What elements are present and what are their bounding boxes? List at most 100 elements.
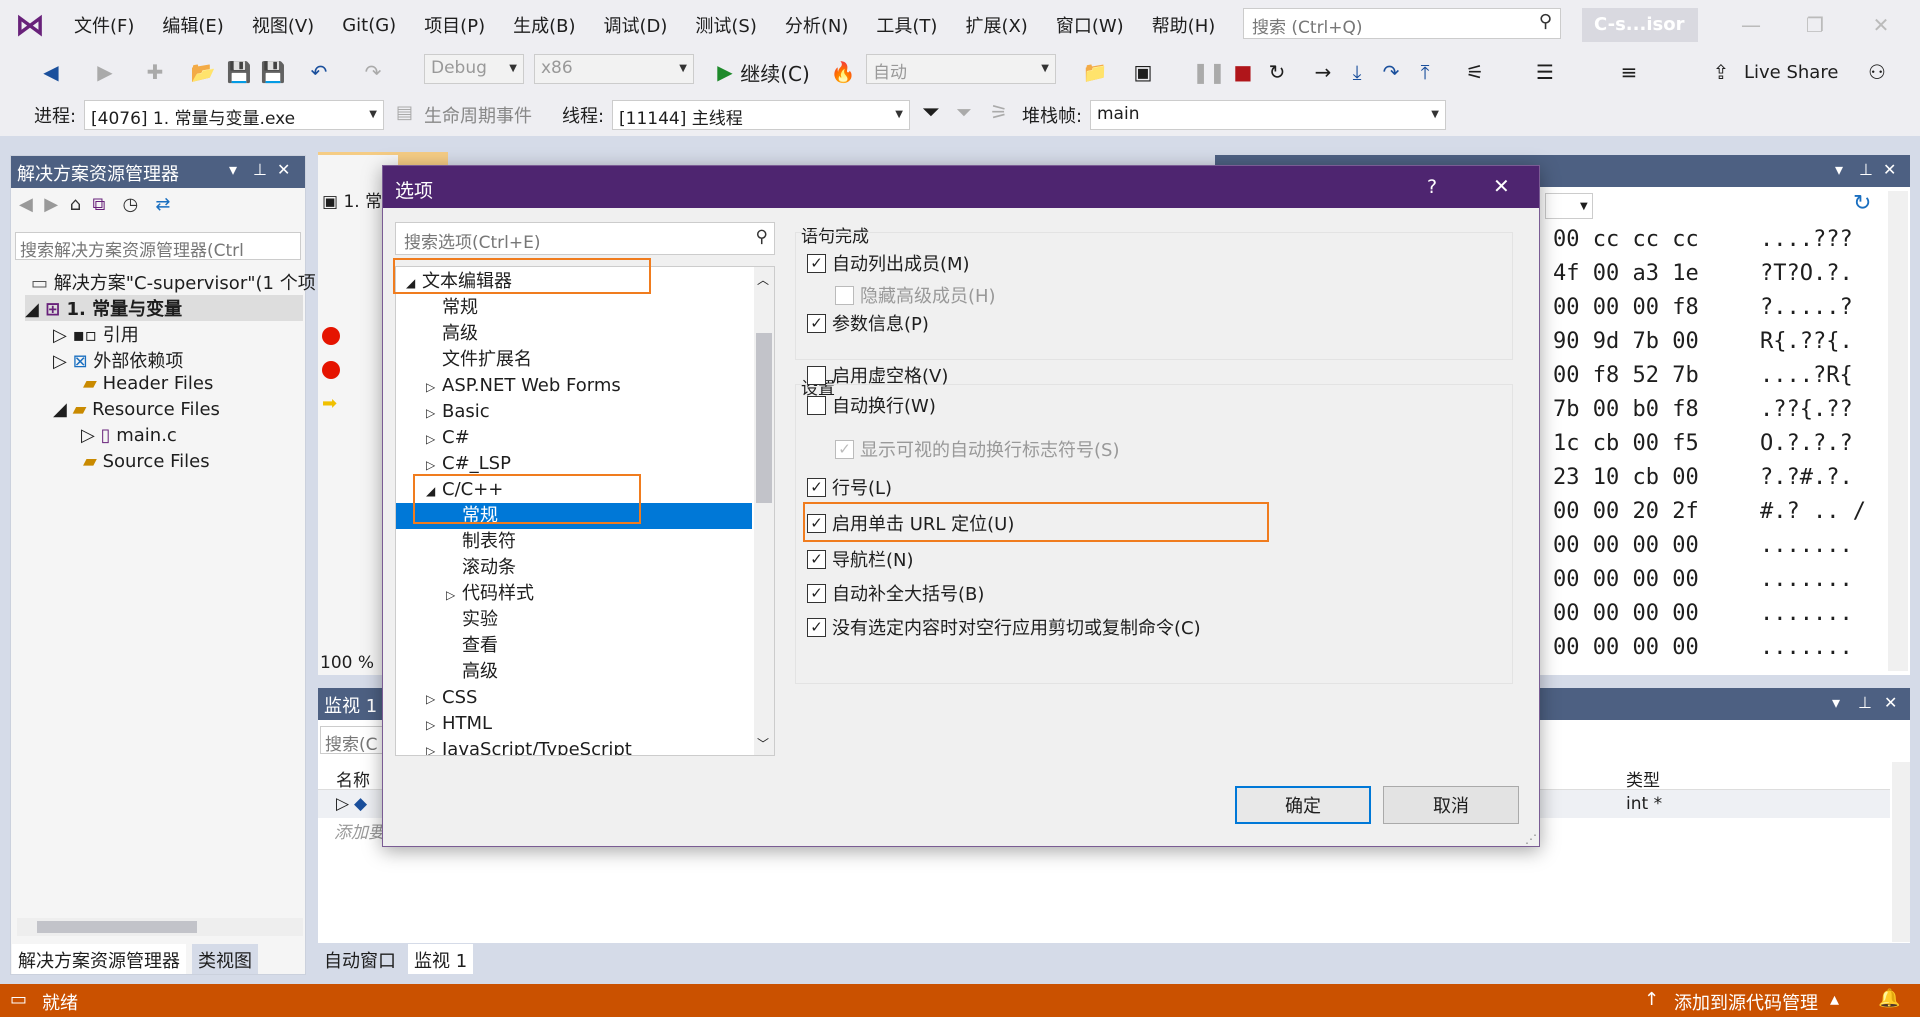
options-tree-item[interactable]: 高级 [396, 321, 752, 347]
collapsed-icon[interactable]: ▷ [446, 582, 462, 608]
collapsed-icon[interactable]: ▷ [426, 738, 442, 755]
option-checkbox[interactable]: ✓ 启用单击 URL 定位(U) [807, 510, 1014, 536]
memory-hex[interactable]: 00 00 20 2f [1553, 499, 1699, 524]
dropdown-icon[interactable]: ▾ [1832, 693, 1840, 712]
forward-icon[interactable]: ▶ [44, 194, 58, 215]
tree-item-solution[interactable]: ▭ 解决方案"C-supervisor"(1 个项 [31, 269, 316, 295]
live-share-icon[interactable]: ⇪ [1706, 56, 1736, 88]
stack-frame-combo[interactable]: main ▼ [1090, 100, 1446, 130]
config-combo[interactable]: Debug ▼ [424, 54, 524, 84]
collapsed-icon[interactable]: ▷ [426, 400, 442, 426]
options-tree-item[interactable]: 文件扩展名 [396, 347, 752, 373]
back-icon[interactable]: ◀ [19, 194, 33, 215]
memory-ascii[interactable]: #.? .. / [1760, 499, 1866, 524]
resize-grip-icon[interactable]: ⋰ [1525, 832, 1537, 846]
tree-item-resource-files[interactable]: ◢ ▰ Resource Files [53, 399, 220, 420]
auto-combo[interactable]: 自动 ▼ [866, 54, 1056, 84]
menu-item-help[interactable]: 帮助(H) [1138, 12, 1230, 38]
screenshot-icon[interactable]: ▣ [1128, 56, 1158, 88]
solution-search-input[interactable]: 搜索解决方案资源管理器(Ctrl [15, 232, 301, 260]
collapsed-icon[interactable]: ▷ [426, 374, 442, 400]
menu-item-edit[interactable]: 编辑(E) [148, 12, 237, 38]
options-search-input[interactable]: 搜索选项(Ctrl+E) ⚲ [395, 222, 775, 255]
memory-hex[interactable]: 00 00 00 00 [1553, 567, 1699, 592]
collapsed-icon[interactable]: ▷ [426, 712, 442, 738]
memory-ascii[interactable]: ....?R{ [1760, 363, 1853, 388]
expanded-icon[interactable]: ◢ [426, 478, 442, 504]
restore-icon[interactable]: ❐ [1784, 0, 1846, 50]
options-tree-item[interactable]: ◢ C/C++ [396, 477, 752, 503]
chevron-up-icon[interactable]: ▴ [1830, 989, 1839, 1010]
tab-autos[interactable]: 自动窗口 [318, 944, 402, 974]
pause-icon[interactable]: ❚❚ [1192, 56, 1226, 88]
help-button[interactable]: ? [1427, 176, 1437, 198]
options-tree-item[interactable]: ▷ C#_LSP [396, 451, 752, 477]
pending-changes-icon[interactable]: ◷ [123, 194, 139, 215]
show-next-statement-icon[interactable]: → [1308, 56, 1338, 88]
close-window-icon[interactable]: ✕ [1850, 0, 1912, 50]
redo-icon[interactable]: ↷ [358, 56, 388, 88]
options-tree-item[interactable]: ▷ HTML [396, 711, 752, 737]
options-tree-item[interactable]: 常规 [396, 295, 752, 321]
options-tree-item[interactable]: 查看 [396, 633, 752, 659]
memory-ascii[interactable]: .??{.?? [1760, 397, 1853, 422]
expanded-icon[interactable]: ◢ [406, 270, 422, 296]
collapsed-icon[interactable]: ▷ [426, 426, 442, 452]
thread-combo[interactable]: [11144] 主线程 ▼ [612, 100, 910, 130]
memory-ascii[interactable]: ....... [1760, 635, 1853, 660]
breakpoint-icon[interactable] [322, 361, 340, 379]
pin-icon[interactable]: ⊥ [1858, 693, 1872, 712]
options-tree-item[interactable]: 实验 [396, 607, 752, 633]
comment-icon[interactable]: ☰ [1530, 56, 1560, 88]
tree-item-main-c[interactable]: ▷ ▯ main.c [81, 425, 177, 446]
close-panel-icon[interactable]: ✕ [1883, 160, 1896, 179]
options-tree-item[interactable]: ▷ CSS [396, 685, 752, 711]
tab-class-view[interactable]: 类视图 [192, 944, 258, 974]
column-header-name[interactable]: 名称 [336, 766, 370, 791]
minimize-icon[interactable]: — [1720, 0, 1782, 50]
sync-icon[interactable]: ⇄ [155, 194, 170, 215]
refresh-icon[interactable]: ↻ [1853, 191, 1871, 216]
switch-view-icon[interactable]: ⧉ [92, 194, 105, 215]
options-tree-item[interactable]: 滚动条 [396, 555, 752, 581]
menu-item-build[interactable]: 生成(B) [499, 12, 589, 38]
dropdown-icon[interactable]: ▾ [229, 160, 237, 179]
notification-bell-icon[interactable]: 🔔 [1878, 988, 1900, 1009]
menu-item-analyze[interactable]: 分析(N) [771, 12, 863, 38]
save-all-icon[interactable]: 💾 [258, 56, 288, 88]
menu-item-tools[interactable]: 工具(T) [862, 12, 951, 38]
feedback-icon[interactable]: ⚇ [1862, 56, 1892, 88]
filter-icon[interactable]: ⏷ [922, 100, 940, 125]
options-tree-item[interactable]: 高级 [396, 659, 752, 685]
memory-hex[interactable]: 00 cc cc cc [1553, 227, 1699, 252]
tree-scrollbar[interactable]: ︿ ﹀ [754, 267, 774, 755]
find-in-files-icon[interactable]: 📁 [1080, 56, 1110, 88]
options-tree-item[interactable]: 常规 [396, 503, 752, 529]
lifecycle-events-label[interactable]: 生命周期事件 [424, 102, 532, 128]
process-combo[interactable]: [4076] 1. 常量与变量.exe ▼ [84, 100, 384, 130]
scroll-thumb[interactable] [756, 333, 772, 503]
memory-ascii[interactable]: R{.??{. [1760, 329, 1853, 354]
memory-hex[interactable]: 4f 00 a3 1e [1553, 261, 1699, 286]
close-dialog-icon[interactable]: ✕ [1493, 174, 1510, 198]
option-checkbox[interactable]: ✓ 参数信息(P) [807, 310, 929, 336]
memory-hex[interactable]: 00 00 00 00 [1553, 533, 1699, 558]
pin-icon[interactable]: ⊥ [253, 160, 267, 179]
home-icon[interactable]: ⌂ [70, 194, 81, 215]
memory-ascii[interactable]: O.?.?.? [1760, 431, 1853, 456]
collapsed-icon[interactable]: ▷ [426, 452, 442, 478]
watch-scrollbar[interactable] [1892, 762, 1910, 942]
zoom-level[interactable]: 100 % [320, 653, 374, 673]
platform-combo[interactable]: x86 ▼ [534, 54, 694, 84]
close-panel-icon[interactable]: ✕ [277, 160, 290, 179]
indent-icon[interactable]: ≡ [1614, 56, 1644, 88]
menu-item-git[interactable]: Git(G) [328, 15, 410, 36]
expand-icon[interactable]: ▷ [336, 794, 349, 814]
memory-ascii[interactable]: ?T?O.?. [1760, 261, 1853, 286]
live-share-button[interactable]: Live Share [1744, 56, 1844, 88]
breakpoints-icon[interactable]: ⚟ [1460, 56, 1490, 88]
close-panel-icon[interactable]: ✕ [1884, 693, 1897, 712]
menu-item-debug[interactable]: 调试(D) [590, 12, 682, 38]
options-tree-item[interactable]: ▷ JavaScript/TypeScript [396, 737, 752, 755]
memory-hex[interactable]: 90 9d 7b 00 [1553, 329, 1699, 354]
